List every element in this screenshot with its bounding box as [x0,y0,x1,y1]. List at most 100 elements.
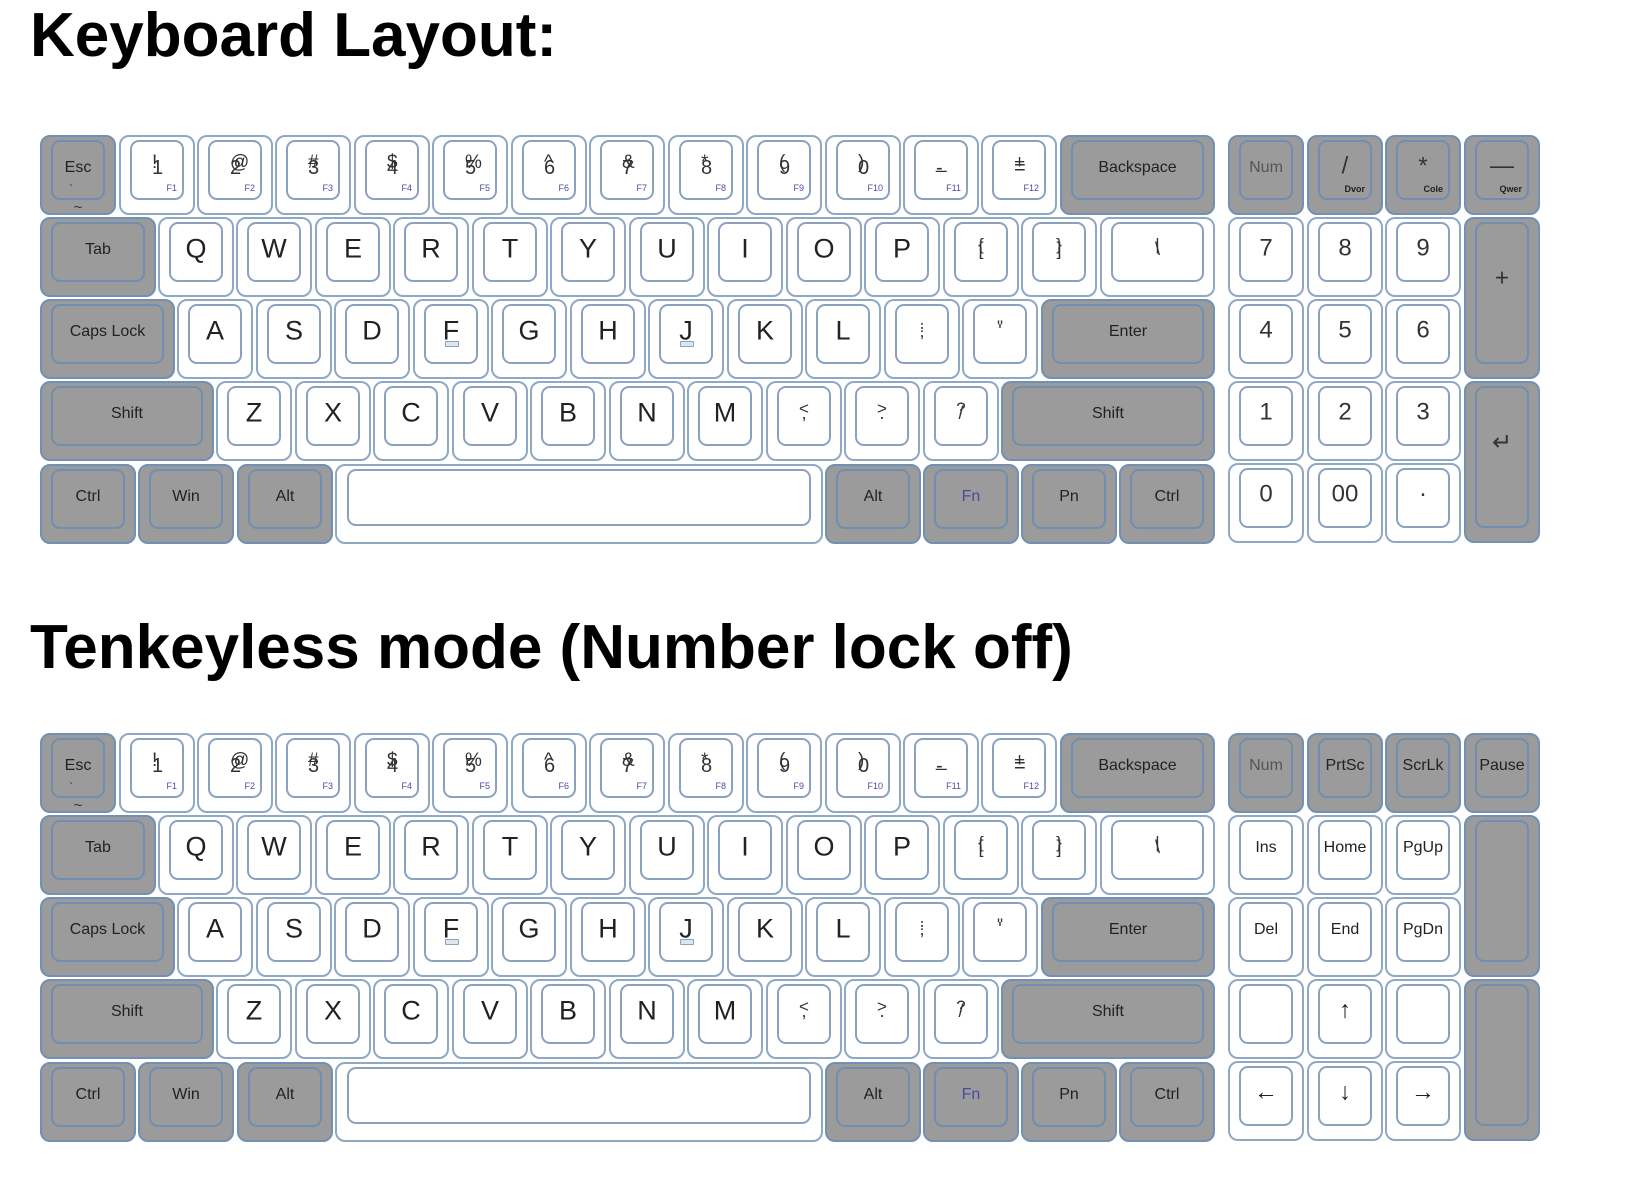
key-win[interactable]: Win [138,1062,234,1142]
key-n9[interactable]: 9 [1385,217,1461,297]
key-end[interactable]: End [1307,897,1383,977]
key-esc[interactable]: Esc ` ~ [40,135,116,216]
key-d[interactable]: D [334,299,410,379]
key-4[interactable]: $4 F4 [354,733,430,813]
key-j[interactable]: J [648,299,724,379]
key-8[interactable]: * 8 F8 [668,733,744,813]
key-8[interactable]: * 8 F8 [668,135,744,215]
key-ndot[interactable]: · [1385,463,1461,543]
key-equals[interactable]: + = F12 [981,135,1057,215]
key-f[interactable]: F [413,299,489,379]
key-rshift[interactable]: Shift [1001,381,1215,461]
key-numenter[interactable]: ↵ [1464,381,1540,543]
key-lshift[interactable]: Shift [40,979,214,1059]
key-backslash[interactable]: | \ [1100,217,1215,297]
key-enter[interactable]: Enter [1041,299,1215,379]
key-slash[interactable]: ? / [923,979,999,1059]
key-ins[interactable]: Ins [1228,815,1304,895]
key-w[interactable]: W [236,217,312,297]
key-backslash[interactable]: | \ [1100,815,1215,895]
key-u[interactable]: U [629,815,705,895]
key-v[interactable]: V [452,979,528,1059]
key-n[interactable]: N [609,979,685,1059]
key-quote[interactable]: " ' [962,299,1038,379]
key-b[interactable]: B [530,381,606,461]
key-b[interactable]: B [530,979,606,1059]
key-n8[interactable]: 8 [1307,217,1383,297]
key-scrlk[interactable]: ScrLk [1385,733,1461,813]
key-period[interactable]: >. [844,979,920,1059]
key-n1[interactable]: 1 [1228,381,1304,461]
key-6[interactable]: ^ 6 F6 [511,733,587,813]
key-fn[interactable]: Fn [923,1062,1019,1142]
key-k[interactable]: K [727,299,803,379]
key-5[interactable]: % 5 F5 [432,733,508,813]
key-comma[interactable]: <, [766,979,842,1059]
key-c[interactable]: C [373,381,449,461]
key-rshift[interactable]: Shift [1001,979,1215,1059]
key-h[interactable]: H [570,897,646,977]
key-y[interactable]: Y [550,815,626,895]
key-i[interactable]: I [707,815,783,895]
key-0[interactable]: ) 0 F10 [825,733,901,813]
key-k[interactable]: K [727,897,803,977]
key-x[interactable]: X [295,381,371,461]
key-lbracket[interactable]: {[ [943,217,1019,297]
key-n[interactable]: N [609,381,685,461]
key-3[interactable]: #3 F3 [275,135,351,215]
key-num[interactable]: Num [1228,135,1304,215]
key-blank_l[interactable] [1228,979,1304,1059]
key-minus[interactable]: _ - F11 [903,733,979,813]
key-blank_tall_1[interactable] [1464,815,1540,977]
key-y[interactable]: Y [550,217,626,297]
key-t[interactable]: T [472,815,548,895]
key-rctrl[interactable]: Ctrl [1119,1062,1215,1142]
key-z[interactable]: Z [216,979,292,1059]
key-pn[interactable]: Pn [1021,464,1117,544]
key-e[interactable]: E [315,217,391,297]
key-l[interactable]: L [805,299,881,379]
key-9[interactable]: (9 F9 [746,135,822,215]
key-e[interactable]: E [315,815,391,895]
key-comma[interactable]: <, [766,381,842,461]
key-ralt[interactable]: Alt [825,464,921,544]
key-left[interactable]: ← [1228,1061,1304,1141]
key-rbracket[interactable]: }] [1021,815,1097,895]
key-subtract[interactable]: — Qwer [1464,135,1540,215]
key-num[interactable]: Num [1228,733,1304,813]
key-n3[interactable]: 3 [1385,381,1461,461]
key-n6[interactable]: 6 [1385,299,1461,379]
key-a[interactable]: A [177,897,253,977]
key-q[interactable]: Q [158,815,234,895]
key-lalt[interactable]: Alt [237,1062,333,1142]
key-7[interactable]: & 7 F7 [589,135,665,215]
key-right[interactable]: → [1385,1061,1461,1141]
key-pn[interactable]: Pn [1021,1062,1117,1142]
key-v[interactable]: V [452,381,528,461]
key-backspace[interactable]: Backspace [1060,135,1215,215]
key-blank_tall_2[interactable] [1464,979,1540,1141]
key-lctrl[interactable]: Ctrl [40,1062,136,1142]
key-lbracket[interactable]: {[ [943,815,1019,895]
key-lctrl[interactable]: Ctrl [40,464,136,544]
key-4[interactable]: $4 F4 [354,135,430,215]
key-o[interactable]: O [786,815,862,895]
key-down[interactable]: ↓ [1307,1061,1383,1141]
key-add[interactable]: + [1464,217,1540,379]
key-enter[interactable]: Enter [1041,897,1215,977]
key-period[interactable]: >. [844,381,920,461]
key-p[interactable]: P [864,815,940,895]
key-d[interactable]: D [334,897,410,977]
key-blank_r[interactable] [1385,979,1461,1059]
key-pgup[interactable]: PgUp [1385,815,1461,895]
key-rctrl[interactable]: Ctrl [1119,464,1215,544]
key-p[interactable]: P [864,217,940,297]
key-pause[interactable]: Pause [1464,733,1540,813]
key-c[interactable]: C [373,979,449,1059]
key-tab[interactable]: Tab [40,217,156,297]
key-slash[interactable]: ? / [923,381,999,461]
key-z[interactable]: Z [216,381,292,461]
key-a[interactable]: A [177,299,253,379]
key-n00[interactable]: 00 [1307,463,1383,543]
key-6[interactable]: ^ 6 F6 [511,135,587,215]
